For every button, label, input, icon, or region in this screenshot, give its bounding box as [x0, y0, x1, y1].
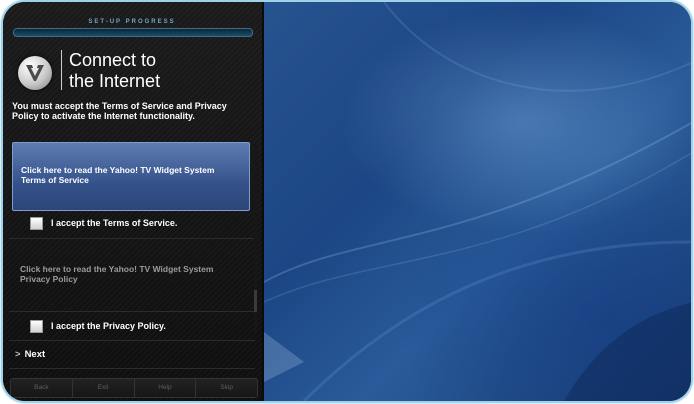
terms-of-service-link[interactable]: Click here to read the Yahoo! TV Widget …: [12, 142, 250, 211]
setup-progress-bar: [13, 28, 253, 37]
skip-button[interactable]: Skip: [196, 379, 257, 397]
next-button[interactable]: > Next: [15, 349, 45, 360]
privacy-policy-checkbox[interactable]: [30, 319, 43, 333]
background-wallpaper: [262, 2, 691, 401]
divider: [9, 368, 255, 369]
terms-of-service-checkbox[interactable]: [30, 216, 43, 230]
chevron-right-icon: >: [15, 349, 21, 360]
bottom-button-bar: Back Exit Help Skip: [10, 378, 258, 398]
privacy-policy-checkbox-label: I accept the Privacy Policy.: [51, 321, 166, 331]
divider: [9, 340, 255, 341]
title-divider: [61, 50, 62, 90]
terms-of-service-checkbox-row[interactable]: I accept the Terms of Service.: [30, 216, 177, 230]
instructions-text: You must accept the Terms of Service and…: [12, 101, 227, 121]
privacy-policy-link[interactable]: Click here to read the Yahoo! TV Widget …: [12, 264, 250, 304]
page-title: Connect to the Internet: [69, 50, 161, 91]
terms-of-service-checkbox-label: I accept the Terms of Service.: [51, 218, 178, 228]
setup-progress-label: SET-UP PROGRESS: [88, 19, 176, 25]
privacy-policy-link-label: Click here to read the Yahoo! TV Widget …: [20, 264, 214, 284]
vizio-v-logo-icon: [18, 56, 52, 90]
help-button[interactable]: Help: [135, 379, 197, 397]
privacy-policy-checkbox-row[interactable]: I accept the Privacy Policy.: [30, 319, 166, 333]
tv-screen: SET-UP PROGRESS Connect to the Internet …: [3, 2, 691, 401]
exit-button[interactable]: Exit: [73, 379, 135, 397]
back-button[interactable]: Back: [11, 379, 73, 397]
divider: [9, 311, 255, 312]
divider: [9, 238, 255, 239]
terms-of-service-link-label: Click here to read the Yahoo! TV Widget …: [21, 165, 215, 185]
wallpaper-swirl: [264, 2, 691, 401]
scrollbar-thumb[interactable]: [254, 290, 257, 312]
setup-panel: SET-UP PROGRESS Connect to the Internet …: [3, 2, 262, 401]
next-label: Next: [24, 349, 46, 360]
